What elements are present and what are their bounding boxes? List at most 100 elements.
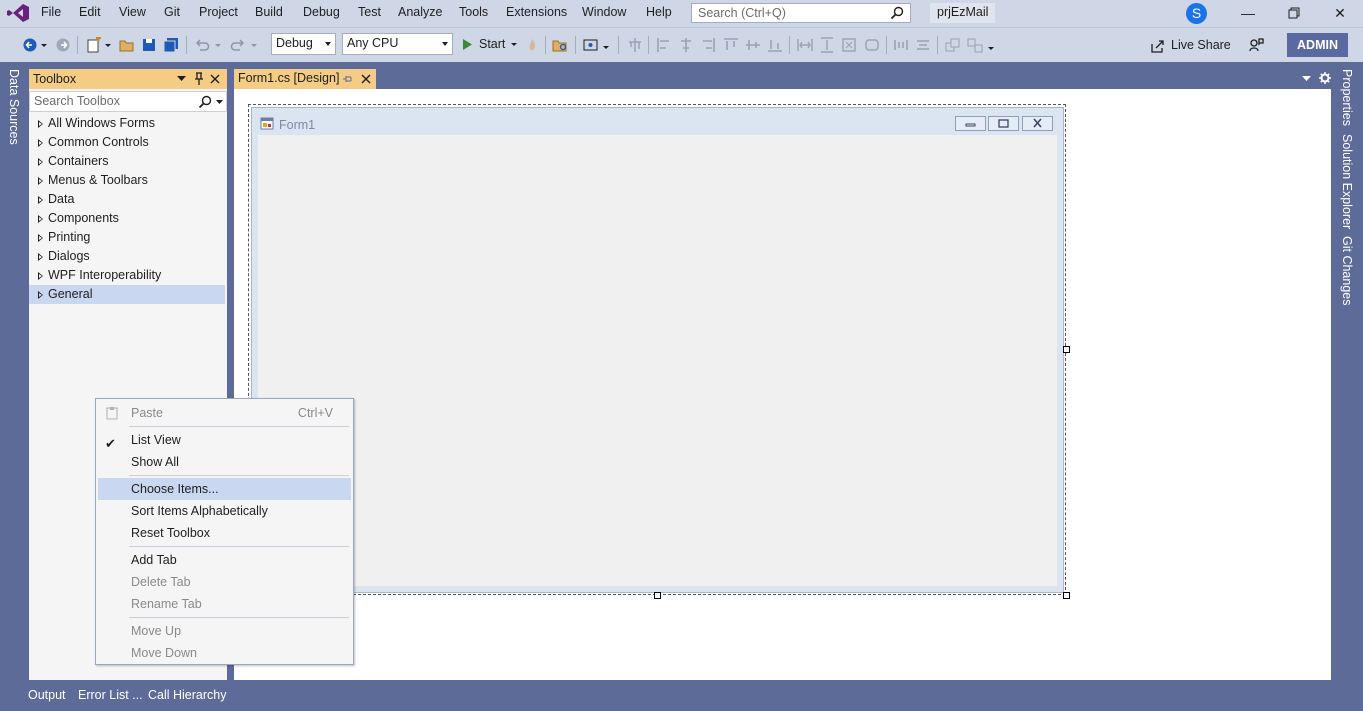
- back-icon[interactable]: [22, 37, 38, 53]
- solution-explorer-tab[interactable]: Solution Explorer: [1340, 134, 1354, 229]
- redo-icon[interactable]: [230, 37, 246, 53]
- menu-project[interactable]: Project: [199, 5, 238, 19]
- form-maximize-icon[interactable]: [988, 116, 1019, 131]
- size-to-grid-icon[interactable]: [864, 37, 880, 53]
- menu-item-list-view[interactable]: ✔ List View: [98, 429, 351, 451]
- output-tab[interactable]: Output: [28, 688, 66, 702]
- align-tops-icon[interactable]: [723, 37, 739, 53]
- chevron-down-icon[interactable]: [214, 37, 222, 53]
- make-same-size-icon[interactable]: [841, 37, 857, 53]
- open-folder-icon[interactable]: [119, 37, 135, 53]
- menu-item-show-all[interactable]: Show All: [98, 451, 351, 473]
- chevron-down-icon[interactable]: [987, 37, 995, 53]
- close-icon[interactable]: [361, 74, 371, 84]
- menu-tools[interactable]: Tools: [459, 5, 488, 19]
- form-close-icon[interactable]: [1022, 116, 1053, 131]
- align-bottoms-icon[interactable]: [767, 37, 783, 53]
- menu-debug[interactable]: Debug: [303, 5, 340, 19]
- pin-icon[interactable]: [343, 75, 352, 83]
- expand-arrow-icon[interactable]: [38, 120, 43, 128]
- menu-item-add-tab[interactable]: Add Tab: [98, 549, 351, 571]
- expand-arrow-icon[interactable]: [38, 253, 43, 261]
- horizontal-spacing-icon[interactable]: [893, 37, 909, 53]
- expand-arrow-icon[interactable]: [38, 215, 43, 223]
- resize-handle-right[interactable]: [1063, 346, 1070, 353]
- menu-file[interactable]: File: [41, 5, 61, 19]
- menu-help[interactable]: Help: [646, 5, 672, 19]
- toolbox-search-input[interactable]: Search Toolbox: [29, 91, 227, 112]
- menu-edit[interactable]: Edit: [79, 5, 101, 19]
- save-all-icon[interactable]: [163, 37, 179, 53]
- chevron-down-icon[interactable]: [216, 100, 223, 105]
- expand-arrow-icon[interactable]: [38, 139, 43, 147]
- menu-analyze[interactable]: Analyze: [398, 5, 442, 19]
- chevron-down-icon[interactable]: [1302, 76, 1311, 82]
- menu-git[interactable]: Git: [164, 5, 180, 19]
- menu-item-delete-tab[interactable]: Delete Tab: [98, 571, 351, 593]
- close-icon[interactable]: [210, 74, 220, 84]
- menu-item-sort-alphabetically[interactable]: Sort Items Alphabetically: [98, 500, 351, 522]
- platform-select[interactable]: Any CPU: [342, 33, 453, 55]
- chevron-down-icon[interactable]: [104, 37, 112, 53]
- toolbox-group[interactable]: Printing: [29, 228, 225, 247]
- toolbox-group[interactable]: WPF Interoperability: [29, 266, 225, 285]
- new-project-icon[interactable]: [86, 37, 102, 53]
- call-hierarchy-tab[interactable]: Call Hierarchy: [148, 688, 227, 702]
- undo-icon[interactable]: [194, 37, 210, 53]
- expand-arrow-icon[interactable]: [38, 158, 43, 166]
- toolbox-group[interactable]: Components: [29, 209, 225, 228]
- properties-tab[interactable]: Properties: [1340, 69, 1354, 126]
- toolbox-group[interactable]: Common Controls: [29, 133, 225, 152]
- menu-build[interactable]: Build: [255, 5, 283, 19]
- toolbox-group[interactable]: Dialogs: [29, 247, 225, 266]
- search-input[interactable]: Search (Ctrl+Q): [691, 3, 911, 23]
- form-minimize-icon[interactable]: [955, 116, 986, 131]
- resize-handle-corner[interactable]: [1063, 592, 1070, 599]
- align-rights-icon[interactable]: [700, 37, 716, 53]
- menu-item-paste[interactable]: Paste Ctrl+V: [98, 402, 351, 424]
- chevron-down-icon[interactable]: [250, 37, 258, 53]
- expand-arrow-icon[interactable]: [38, 272, 43, 280]
- menu-item-choose-items[interactable]: Choose Items...: [98, 478, 351, 500]
- error-list-tab[interactable]: Error List ...: [78, 688, 143, 702]
- folder-find-icon[interactable]: [552, 37, 568, 53]
- chevron-down-icon[interactable]: [602, 37, 610, 53]
- resize-handle-bottom[interactable]: [654, 592, 661, 599]
- admin-badge[interactable]: ADMIN: [1287, 33, 1348, 57]
- expand-arrow-icon[interactable]: [38, 291, 43, 299]
- preview-window-icon[interactable]: [583, 37, 599, 53]
- menu-item-rename-tab[interactable]: Rename Tab: [98, 593, 351, 615]
- chevron-down-icon[interactable]: [40, 37, 48, 53]
- toolbox-group[interactable]: Containers: [29, 152, 225, 171]
- make-same-width-icon[interactable]: [797, 37, 813, 53]
- hot-reload-icon[interactable]: [524, 37, 540, 53]
- align-lefts-icon[interactable]: [656, 37, 672, 53]
- gear-icon[interactable]: [1319, 72, 1331, 84]
- menu-window[interactable]: Window: [582, 5, 626, 19]
- expand-arrow-icon[interactable]: [38, 196, 43, 204]
- visual-studio-logo-icon[interactable]: [6, 3, 30, 23]
- menu-item-move-up[interactable]: Move Up: [98, 620, 351, 642]
- expand-arrow-icon[interactable]: [38, 177, 43, 185]
- toolbox-group[interactable]: Menus & Toolbars: [29, 171, 225, 190]
- expand-arrow-icon[interactable]: [38, 234, 43, 242]
- align-to-grid-icon[interactable]: [627, 37, 643, 53]
- toolbox-group[interactable]: All Windows Forms: [29, 114, 225, 133]
- menu-view[interactable]: View: [119, 5, 146, 19]
- forward-icon[interactable]: [55, 37, 71, 53]
- avatar[interactable]: S: [1186, 3, 1207, 24]
- menu-extensions[interactable]: Extensions: [506, 5, 567, 19]
- toolbox-group-selected[interactable]: General: [29, 285, 225, 304]
- form-client-area[interactable]: [258, 135, 1057, 586]
- vertical-spacing-icon[interactable]: [915, 37, 931, 53]
- feedback-icon[interactable]: [1248, 37, 1264, 53]
- git-changes-tab[interactable]: Git Changes: [1340, 236, 1354, 305]
- make-same-height-icon[interactable]: [819, 37, 835, 53]
- bring-to-front-icon[interactable]: [945, 37, 961, 53]
- send-to-back-icon[interactable]: [967, 37, 983, 53]
- tab-form1-design[interactable]: Form1.cs [Design]: [234, 69, 376, 89]
- data-sources-tab[interactable]: Data Sources: [7, 69, 21, 145]
- menu-item-reset-toolbox[interactable]: Reset Toolbox: [98, 522, 351, 544]
- restore-icon[interactable]: [1284, 4, 1304, 22]
- align-middles-icon[interactable]: [745, 37, 761, 53]
